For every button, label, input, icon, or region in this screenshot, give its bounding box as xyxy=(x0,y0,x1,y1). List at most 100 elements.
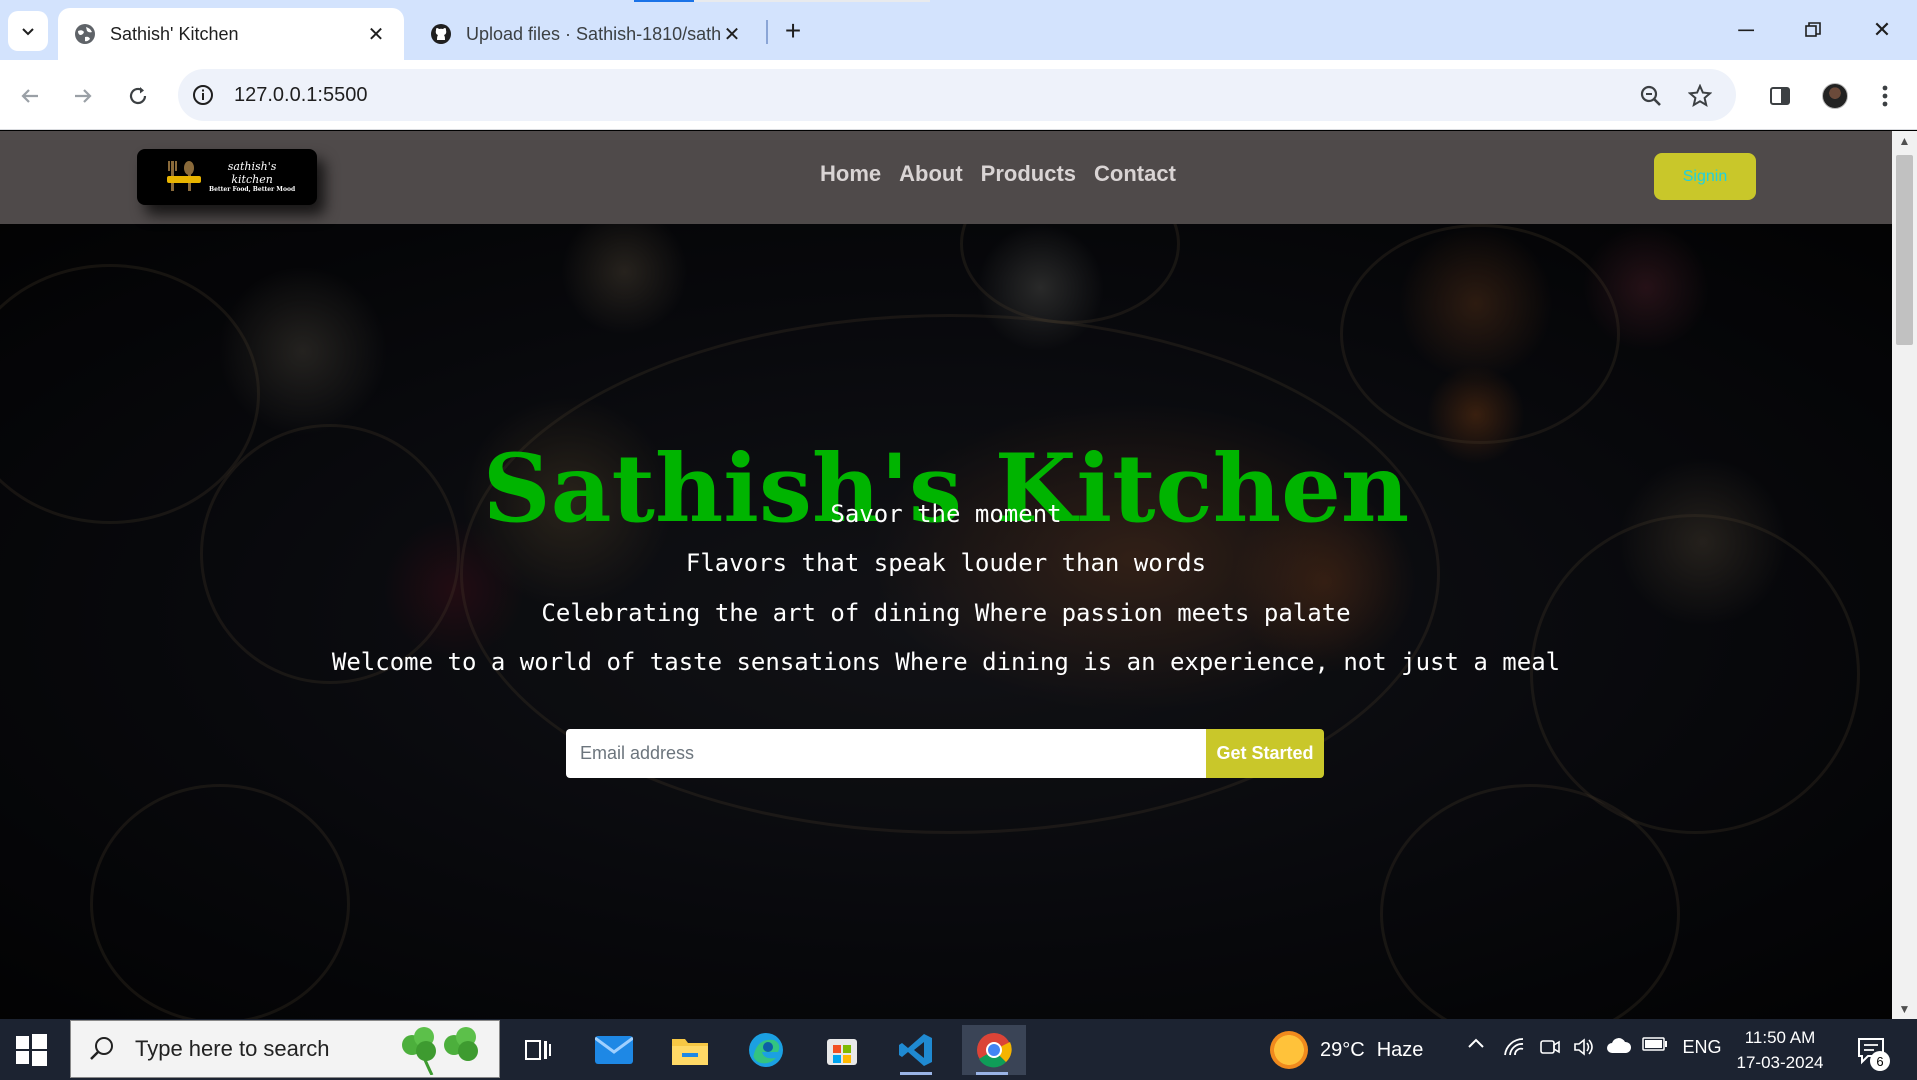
vscode-button[interactable] xyxy=(886,1025,946,1075)
hero-tagline-4: Welcome to a world of taste sensations W… xyxy=(331,648,1561,676)
page-viewport: Sathish's Kitchen Savor the moment Flavo… xyxy=(0,131,1892,1019)
app-active-underline xyxy=(900,1072,932,1075)
weather-widget[interactable]: 29°C Haze xyxy=(1270,1031,1423,1069)
restore-icon xyxy=(1805,22,1821,37)
globe-icon xyxy=(75,24,95,44)
taskbar-search-placeholder: Type here to search xyxy=(135,1036,330,1061)
avatar xyxy=(1822,83,1848,109)
email-input[interactable] xyxy=(566,729,1206,778)
page-scrollbar[interactable]: ▲ ▼ xyxy=(1892,131,1917,1019)
notification-count-badge: 6 xyxy=(1870,1051,1890,1071)
windows-taskbar: Type here to search 29°C Haze ENG 11:50 … xyxy=(0,1019,1917,1080)
app-active-underline xyxy=(976,1072,1008,1075)
close-tab-icon[interactable]: ✕ xyxy=(720,22,744,46)
arrow-right-icon xyxy=(75,89,92,103)
show-hidden-icons-button[interactable] xyxy=(1464,1037,1488,1049)
tab-sathish-kitchen[interactable]: Sathish' Kitchen ✕ xyxy=(58,8,404,60)
back-button[interactable] xyxy=(10,76,50,116)
chrome-button[interactable] xyxy=(962,1025,1026,1075)
chevron-down-icon xyxy=(22,28,34,36)
folder-icon xyxy=(672,1039,708,1065)
site-info-icon[interactable] xyxy=(188,80,218,110)
scroll-down-arrow[interactable]: ▼ xyxy=(1892,999,1917,1019)
task-view-button[interactable] xyxy=(508,1025,568,1075)
battery-icon xyxy=(1642,1037,1667,1051)
reload-icon xyxy=(129,87,147,105)
get-started-button[interactable]: Get Started xyxy=(1206,729,1324,778)
hero-section: Sathish's Kitchen Savor the moment Flavo… xyxy=(0,224,1892,1019)
github-icon xyxy=(431,24,451,44)
system-clock[interactable]: 11:50 AM 17-03-2024 xyxy=(1730,1025,1830,1075)
hero-tagline-1: Savor the moment xyxy=(830,500,1062,528)
browser-menu-button[interactable] xyxy=(1865,76,1905,116)
tab-title: Sathish' Kitchen xyxy=(110,23,239,44)
language-indicator[interactable]: ENG xyxy=(1682,1037,1722,1058)
zoom-icon[interactable] xyxy=(1636,81,1666,111)
site-menu: Home About Products Contact xyxy=(820,161,1176,187)
mail-icon xyxy=(595,1036,633,1064)
tab-loading-indicator xyxy=(634,0,694,2)
scroll-thumb[interactable] xyxy=(1896,155,1913,345)
nav-link-about[interactable]: About xyxy=(899,161,963,187)
cutlery-icon xyxy=(167,161,201,191)
edge-browser-button[interactable] xyxy=(736,1025,796,1075)
meet-now-button[interactable] xyxy=(1537,1037,1563,1057)
windows-start-icon[interactable] xyxy=(14,1033,48,1067)
microsoft-store-button[interactable] xyxy=(812,1025,872,1075)
nav-link-products[interactable]: Products xyxy=(981,161,1076,187)
signup-form: Get Started xyxy=(566,729,1324,778)
vscode-icon xyxy=(899,1034,932,1066)
signin-button[interactable]: Signin xyxy=(1654,153,1756,200)
chevron-up-icon xyxy=(1468,1038,1484,1048)
network-status-button[interactable] xyxy=(1500,1037,1528,1057)
tab-search-button[interactable] xyxy=(8,11,48,51)
tab-upload-files[interactable]: Upload files · Sathish-1810/sath ✕ xyxy=(414,8,760,60)
edge-icon xyxy=(749,1033,783,1067)
bookmark-star-icon[interactable] xyxy=(1685,81,1715,111)
chrome-icon xyxy=(977,1033,1012,1068)
reload-button[interactable] xyxy=(118,76,158,116)
store-icon xyxy=(827,1039,857,1065)
task-view-icon xyxy=(525,1040,551,1060)
kebab-menu-icon xyxy=(1882,85,1888,107)
weather-condition: Haze xyxy=(1376,1038,1424,1061)
browser-toolbar: 127.0.0.1:5500 xyxy=(0,60,1917,130)
forward-button[interactable] xyxy=(63,76,103,116)
weather-temp: 29°C xyxy=(1320,1038,1365,1061)
haze-sun-icon xyxy=(1270,1031,1308,1069)
clock-time: 11:50 AM xyxy=(1744,1028,1816,1047)
arrow-left-icon xyxy=(21,89,38,103)
logo-line-2: kitchen xyxy=(231,173,273,186)
scroll-up-arrow[interactable]: ▲ xyxy=(1892,131,1917,151)
search-icon xyxy=(90,1037,113,1060)
tab-loading-track xyxy=(694,0,930,2)
profile-button[interactable] xyxy=(1815,76,1855,116)
restore-button[interactable] xyxy=(1788,10,1838,50)
mail-app-button[interactable] xyxy=(584,1025,644,1075)
logo-tagline: Better Food, Better Mood xyxy=(209,186,296,193)
close-window-button[interactable]: ✕ xyxy=(1857,10,1907,50)
battery-button[interactable] xyxy=(1641,1037,1669,1051)
nav-link-home[interactable]: Home xyxy=(820,161,881,187)
side-panel-button[interactable] xyxy=(1760,76,1800,116)
logo-line-1: sathish's xyxy=(227,160,277,173)
onedrive-button[interactable] xyxy=(1605,1037,1633,1055)
cloud-icon xyxy=(1607,1038,1632,1053)
close-tab-icon[interactable]: ✕ xyxy=(364,22,388,46)
tab-title: Upload files · Sathish-1810/sath xyxy=(466,23,720,44)
browser-tab-bar: Sathish' Kitchen ✕ Upload files · Sathis… xyxy=(0,0,1917,60)
new-tab-button[interactable]: + xyxy=(776,14,810,48)
camera-icon xyxy=(1540,1040,1560,1054)
site-navbar: sathish's kitchen Better Food, Better Mo… xyxy=(0,131,1892,224)
address-bar[interactable]: 127.0.0.1:5500 xyxy=(178,69,1736,121)
nav-link-contact[interactable]: Contact xyxy=(1094,161,1176,187)
volume-button[interactable] xyxy=(1571,1037,1597,1057)
site-logo[interactable]: sathish's kitchen Better Food, Better Mo… xyxy=(137,149,317,205)
file-explorer-button[interactable] xyxy=(660,1025,720,1075)
minimize-button[interactable]: ─ xyxy=(1721,10,1771,50)
logo-text: sathish's kitchen Better Food, Better Mo… xyxy=(209,160,295,194)
clock-date: 17-03-2024 xyxy=(1736,1053,1824,1072)
url-text[interactable]: 127.0.0.1:5500 xyxy=(234,84,367,107)
speaker-icon xyxy=(1574,1038,1593,1056)
side-panel-icon xyxy=(1770,87,1790,105)
